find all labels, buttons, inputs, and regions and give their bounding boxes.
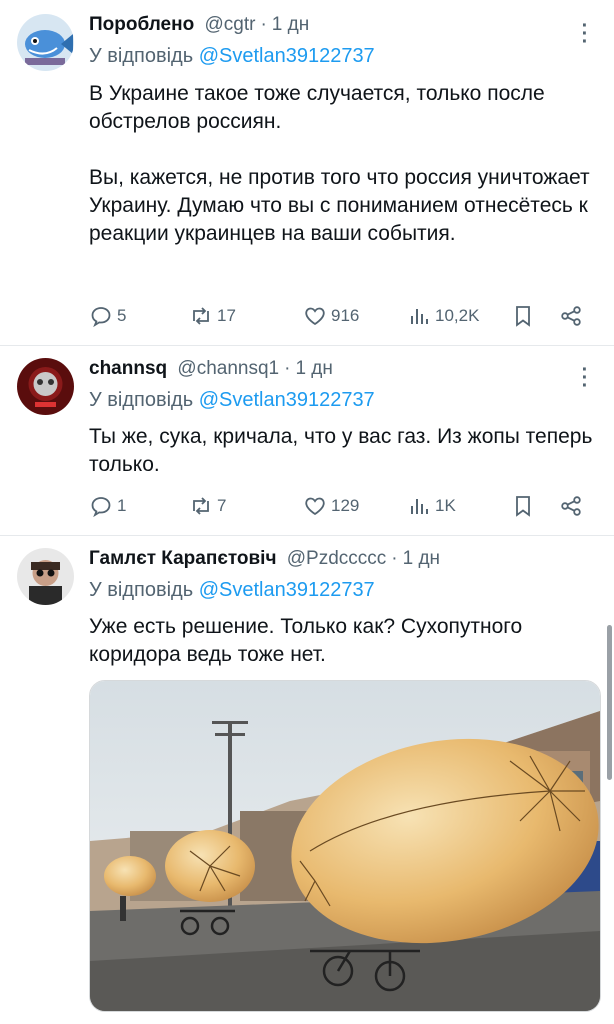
like-count: 916: [331, 306, 360, 325]
share-button[interactable]: [559, 491, 587, 521]
reply-prefix: У відповідь: [89, 45, 194, 67]
tweet-actions: 5 17 916 10,2K: [89, 301, 589, 331]
bookmark-icon: [516, 306, 530, 327]
display-name[interactable]: Пороблено: [89, 14, 194, 35]
views-count: 1K: [435, 496, 456, 515]
tweet-2[interactable]: channsq @channsq1 · 1 дн · · · У відповідь @…: [0, 346, 614, 535]
avatar[interactable]: [17, 358, 74, 415]
display-name[interactable]: channsq: [89, 358, 167, 379]
reply-button[interactable]: 5: [89, 301, 126, 331]
reply-icon: [91, 307, 111, 328]
heart-icon: [305, 307, 325, 326]
reply-count: 5: [117, 306, 127, 325]
retweet-icon: [193, 307, 209, 325]
views-count: 10,2K: [435, 306, 480, 325]
share-button[interactable]: [559, 301, 587, 331]
display-name[interactable]: Гамлєт Карапєтовіч: [89, 548, 276, 569]
user-handle[interactable]: @channsq1: [177, 358, 279, 379]
retweet-count: 17: [217, 306, 236, 325]
timestamp[interactable]: 1 дн: [272, 14, 309, 35]
bookmark-button[interactable]: [511, 301, 539, 331]
more-icon[interactable]: · · ·: [578, 360, 592, 396]
avatar[interactable]: [17, 548, 74, 605]
retweet-button[interactable]: 17: [189, 301, 236, 331]
timestamp[interactable]: 1 дн: [403, 548, 440, 569]
views-button[interactable]: 1K: [407, 491, 456, 521]
user-handle[interactable]: @cgtr: [205, 14, 256, 35]
tweet-1[interactable]: Пороблено @cgtr · 1 дн · · · У відповідь @Sv…: [0, 0, 614, 345]
retweet-button[interactable]: 7: [189, 491, 226, 521]
retweet-count: 7: [217, 496, 227, 515]
reply-context: У відповідь @Svetlan39122737: [89, 45, 375, 68]
tweet-text: В Украине такое тоже случается, только п…: [89, 82, 590, 245]
tweet-text: Уже есть решение. Только как? Сухопутног…: [89, 615, 528, 666]
share-icon: [561, 496, 581, 516]
reply-mention-link[interactable]: @Svetlan39122737: [199, 45, 375, 67]
timestamp[interactable]: 1 дн: [295, 358, 332, 379]
avatar[interactable]: [17, 14, 74, 71]
share-icon: [561, 306, 581, 326]
reply-mention-link[interactable]: @Svetlan39122737: [199, 389, 375, 411]
reply-icon: [91, 497, 111, 518]
tweet-text: Ты же, сука, кричала, что у вас газ. Из …: [89, 425, 599, 476]
views-icon: [411, 309, 428, 324]
tweet-header: Гамлєт Карапєтовіч @Pzdccccc · 1 дн: [89, 548, 441, 569]
more-icon[interactable]: · · ·: [578, 16, 592, 52]
reply-count: 1: [117, 496, 127, 515]
reply-button[interactable]: 1: [89, 491, 126, 521]
like-count: 129: [331, 496, 360, 515]
tweet-actions: 1 7 129 1K: [89, 491, 589, 521]
heart-icon: [305, 497, 325, 516]
reply-mention-link[interactable]: @Svetlan39122737: [199, 579, 375, 601]
reply-context: У відповідь @Svetlan39122737: [89, 579, 375, 602]
retweet-icon: [193, 497, 209, 515]
views-button[interactable]: 10,2K: [407, 301, 479, 331]
scrollbar[interactable]: [607, 625, 612, 780]
tweet-header: Пороблено @cgtr · 1 дн: [89, 14, 310, 35]
like-button[interactable]: 129: [303, 491, 359, 521]
reply-context: У відповідь @Svetlan39122737: [89, 389, 375, 412]
tweet-media-image[interactable]: [89, 680, 601, 1012]
user-handle[interactable]: @Pzdccccc: [287, 548, 387, 569]
reply-prefix: У відповідь: [89, 389, 194, 411]
views-icon: [411, 499, 428, 514]
like-button[interactable]: 916: [303, 301, 359, 331]
bookmark-button[interactable]: [511, 491, 539, 521]
tweet-header: channsq @channsq1 · 1 дн: [89, 358, 333, 379]
bookmark-icon: [516, 496, 530, 517]
reply-prefix: У відповідь: [89, 579, 194, 601]
